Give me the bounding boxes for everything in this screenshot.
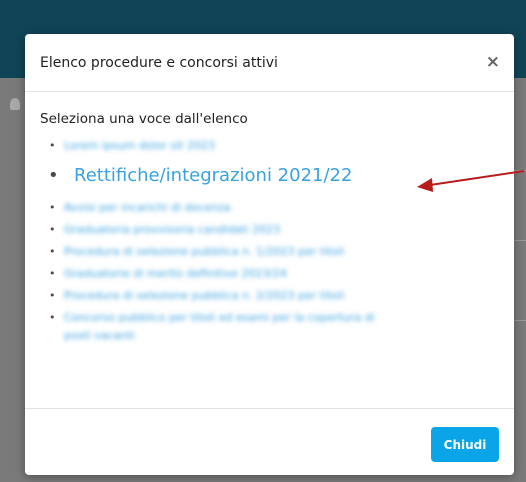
procedure-list: Lorem ipsum dolor sit 2023 Rettifiche/in… — [40, 137, 499, 345]
procedure-link[interactable]: Procedura di selezione pubblica n. 2/202… — [64, 289, 344, 302]
procedure-link[interactable]: Graduatoria provvisoria candidati 2023 — [64, 223, 280, 236]
modal-title: Elenco procedure e concorsi attivi — [40, 54, 278, 71]
close-button[interactable]: Chiudi — [431, 427, 499, 462]
list-item[interactable]: Graduatoria provvisoria candidati 2023 — [49, 221, 499, 239]
modal-footer: Chiudi — [25, 408, 514, 475]
modal-header: Elenco procedure e concorsi attivi × — [25, 34, 514, 92]
list-item[interactable]: Procedura di selezione pubblica n. 1/202… — [49, 243, 499, 261]
list-item[interactable]: Lorem ipsum dolor sit 2023 — [49, 137, 499, 155]
procedure-link[interactable]: Procedura di selezione pubblica n. 1/202… — [64, 245, 344, 258]
procedure-link[interactable]: Avvisi per incarichi di docenza — [64, 201, 231, 214]
list-item[interactable]: Rettifiche/integrazioni 2021/22 — [48, 163, 499, 189]
instruction-text: Seleziona una voce dall'elenco — [40, 111, 248, 127]
background-dividers — [512, 170, 526, 171]
list-item[interactable]: Concorso pubblico per titoli ed esami pe… — [49, 309, 499, 345]
procedure-link[interactable]: Graduatorie di merito definitive 2023/24 — [64, 267, 287, 280]
list-item[interactable]: Procedura di selezione pubblica n. 2/202… — [49, 287, 499, 305]
procedures-modal: Elenco procedure e concorsi attivi × Sel… — [25, 34, 514, 475]
list-item[interactable]: Avvisi per incarichi di docenza — [49, 199, 499, 217]
procedure-link-continued[interactable]: posti vacanti — [64, 329, 135, 342]
procedure-link[interactable]: Lorem ipsum dolor sit 2023 — [64, 139, 215, 152]
procedure-link-highlighted[interactable]: Rettifiche/integrazioni 2021/22 — [74, 165, 352, 186]
modal-body: Seleziona una voce dall'elenco Lorem ips… — [25, 92, 514, 345]
user-icon — [10, 98, 20, 110]
procedure-link[interactable]: Concorso pubblico per titoli ed esami pe… — [64, 311, 375, 324]
list-item[interactable]: Graduatorie di merito definitive 2023/24 — [49, 265, 499, 283]
close-icon[interactable]: × — [486, 54, 500, 71]
